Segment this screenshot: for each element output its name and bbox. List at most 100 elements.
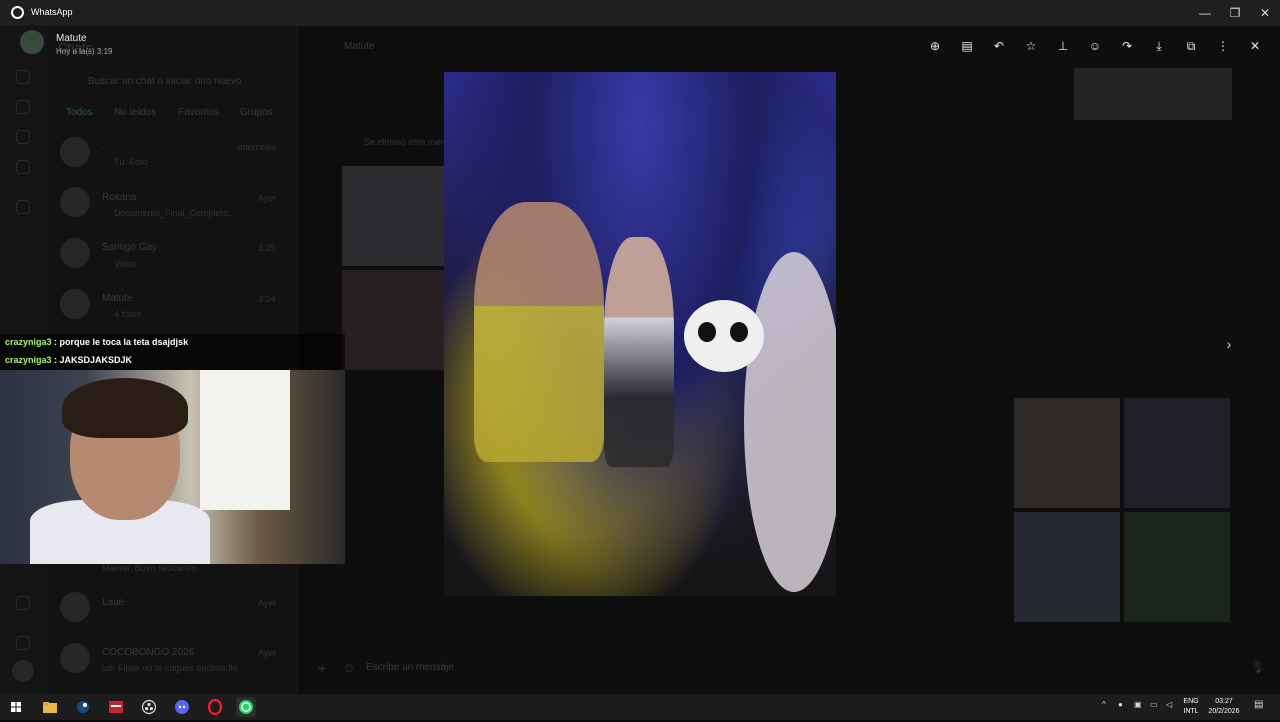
sender-timestamp: Hoy a la(s) 3:19 <box>56 47 113 56</box>
chat-time: miércoles <box>238 142 277 152</box>
caption-icon[interactable]: ▤ <box>960 39 974 53</box>
open-external-icon[interactable]: ⧉ <box>1184 39 1198 53</box>
file-explorer-icon[interactable] <box>40 697 60 717</box>
notifications-icon[interactable]: ▤ <box>1254 699 1263 710</box>
photo-thumbnail <box>1014 398 1120 508</box>
chat-preview: Documento_Final_Completo... <box>114 208 236 218</box>
photo-thumbnail <box>342 270 445 370</box>
screen-tray-icon[interactable]: ▣ <box>1134 700 1142 709</box>
photo-subject <box>604 237 674 467</box>
media-app-icon[interactable] <box>106 697 126 717</box>
volume-tray-icon[interactable]: ◁ <box>1166 700 1172 709</box>
avatar <box>60 592 90 622</box>
chat-preview: Video <box>114 259 137 269</box>
emoji-picker-icon: ☺ <box>342 660 356 675</box>
chat-name: Laue <box>102 597 125 608</box>
message-input-bar: + ☺ Escribe un mensaje 🎙 <box>298 648 1280 688</box>
chat-name: Matute <box>102 293 133 304</box>
avatar <box>60 238 90 268</box>
window-title: WhatsApp <box>31 7 73 17</box>
whatsapp-icon[interactable] <box>236 697 256 717</box>
chat-time: 3:24 <box>258 294 276 304</box>
forward-icon[interactable]: ↷ <box>1120 39 1134 53</box>
filter-groups: Grupos <box>240 107 273 118</box>
obs-icon[interactable] <box>139 697 159 717</box>
calls-nav-icon <box>16 100 30 114</box>
room-window <box>200 370 290 510</box>
window-titlebar: WhatsApp — ❐ ✕ <box>0 0 1280 26</box>
language-code: ENG <box>1183 698 1199 705</box>
media-nav-icon <box>16 596 30 610</box>
more-icon[interactable]: ⋮ <box>1216 39 1230 53</box>
filter-favorites: Favoritos <box>178 107 220 118</box>
sender-avatar <box>20 30 44 54</box>
photo-thumbnail <box>1124 398 1230 508</box>
language-indicator[interactable]: ENG INTL <box>1180 697 1202 717</box>
pin-icon[interactable]: ⊥ <box>1056 39 1070 53</box>
communities-nav-icon <box>16 200 30 214</box>
filter-unread: No leídos <box>114 107 157 118</box>
maximize-button[interactable]: ❐ <box>1226 4 1244 22</box>
chat-time: Ayer <box>258 648 277 658</box>
photo-thumbnail <box>1014 512 1120 622</box>
tray-overflow-icon[interactable]: ^ <box>1102 700 1106 709</box>
chat-time: Ayer <box>258 193 277 203</box>
photo-thumbnail <box>342 166 445 266</box>
download-icon[interactable]: ⤓ <box>1152 39 1166 53</box>
clock-time: 03:27 <box>1215 698 1233 705</box>
chat-time: Ayer <box>258 598 277 608</box>
search-input: Buscar un chat o iniciar uno nuevo <box>88 76 242 87</box>
windows-taskbar: ^ ● ▣ ▭ ◁ ENG INTL 03:27 20/2/2026 ▤ <box>0 694 1280 720</box>
avatar <box>60 289 90 319</box>
chat-name: . <box>102 141 105 152</box>
viewed-photo <box>444 72 836 596</box>
avatar <box>60 137 90 167</box>
star-icon[interactable]: ☆ <box>1024 39 1038 53</box>
chat-name: Roxana <box>102 192 137 203</box>
photo-thumbnail <box>1124 512 1230 622</box>
whatsapp-logo-icon <box>11 6 24 19</box>
clock-date: 20/2/2026 <box>1208 708 1240 715</box>
channels-nav-icon <box>16 160 30 174</box>
attach-icon: + <box>318 660 327 676</box>
webcam-overlay <box>0 370 345 564</box>
photo-subject <box>744 252 836 592</box>
windows-start-icon[interactable] <box>6 697 26 717</box>
minimize-button[interactable]: — <box>1196 4 1214 22</box>
keyboard-layout: INTL <box>1183 708 1199 715</box>
opera-gx-icon[interactable] <box>205 697 225 717</box>
profile-avatar <box>12 660 34 682</box>
chat-preview: juli: Fijate no te cagues encima flo <box>102 663 238 673</box>
photo-subject <box>474 202 604 462</box>
chat-text: : porque le toca la teta dsajdjsk <box>51 337 189 347</box>
network-tray-icon[interactable]: ▭ <box>1150 700 1158 709</box>
emoji-icon[interactable]: ☺ <box>1088 39 1102 53</box>
discord-icon[interactable] <box>172 697 192 717</box>
chat-username: crazyniga3 <box>5 337 52 347</box>
zoom-in-icon[interactable]: ⊕ <box>928 39 942 53</box>
steam-icon[interactable] <box>73 697 93 717</box>
chat-name: Santigo Gay <box>102 242 158 253</box>
window-close-button[interactable]: ✕ <box>1256 4 1274 22</box>
chat-preview: Tú: Foto <box>114 157 148 167</box>
stream-chat-message: crazyniga3 : porque le toca la teta dsaj… <box>5 337 188 347</box>
chat-text: : JAKSDJAKSDJK <box>51 355 133 365</box>
close-icon[interactable]: ✕ <box>1248 39 1262 53</box>
chat-name: COCOBONGO 2026 <box>102 647 195 658</box>
media-viewer-header: Matute Hoy a la(s) 3:19 ⊕ ▤ ↶ ☆ ⊥ ☺ ↷ ⤓ … <box>0 26 1280 68</box>
mic-icon: 🎙 <box>1250 660 1266 674</box>
stream-chat-overlay: crazyniga3 : porque le toca la teta dsaj… <box>0 334 345 370</box>
stream-chat-message: crazyniga3 : JAKSDJAKSDJK <box>5 355 132 365</box>
chat-preview: Marina: Buen descanso <box>102 563 197 573</box>
next-media-button[interactable]: › <box>1220 335 1238 353</box>
chat-preview: 4 fotos <box>114 309 142 319</box>
microphone-tray-icon[interactable]: ● <box>1118 700 1123 709</box>
system-clock[interactable]: 03:27 20/2/2026 <box>1205 697 1243 717</box>
panda-plush <box>684 300 764 372</box>
chat-time: 3:25 <box>258 243 276 253</box>
avatar <box>60 187 90 217</box>
streamer-hair <box>62 378 188 438</box>
avatar <box>60 643 90 673</box>
reply-icon[interactable]: ↶ <box>992 39 1006 53</box>
chats-nav-icon <box>16 70 30 84</box>
